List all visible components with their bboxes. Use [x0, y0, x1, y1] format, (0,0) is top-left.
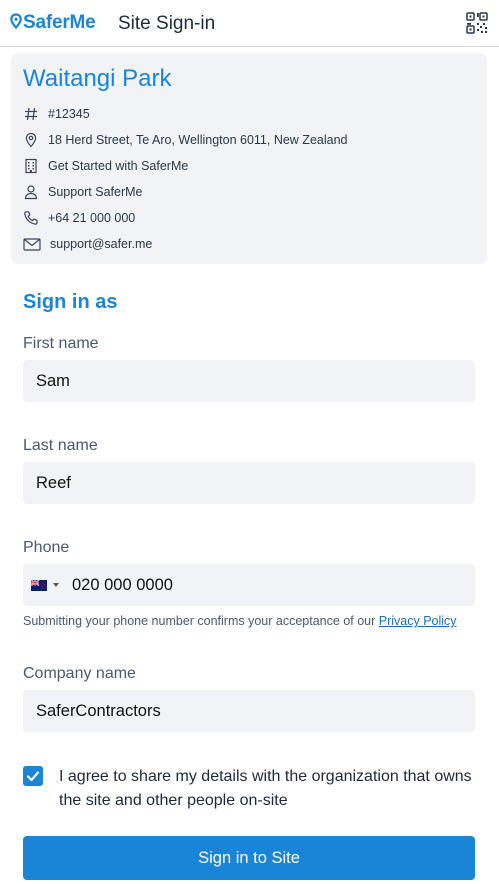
- first-name-label: First name: [23, 335, 99, 352]
- organization-name: Get Started with SaferMe: [48, 159, 189, 173]
- contact-email-row: support@safer.me: [23, 234, 152, 254]
- new-zealand-flag-icon: [31, 579, 47, 591]
- agree-checkbox[interactable]: [23, 766, 43, 786]
- company-name-label: Company name: [23, 665, 136, 682]
- phone-label: Phone: [23, 539, 70, 556]
- user-icon: [24, 185, 38, 200]
- first-name-input[interactable]: [23, 360, 475, 402]
- country-code-select[interactable]: [31, 577, 63, 593]
- mail-icon: [23, 238, 41, 251]
- phone-field: [23, 564, 475, 606]
- hash-icon: [25, 107, 37, 121]
- agree-checkbox-label[interactable]: I agree to share my details with the org…: [59, 765, 479, 813]
- phone-privacy-note: Submitting your phone number confirms yo…: [23, 614, 457, 628]
- phone-icon: [24, 211, 38, 225]
- last-name-label: Last name: [23, 437, 98, 454]
- page-title: Site Sign-in: [118, 13, 216, 34]
- phone-note-text: Submitting your phone number confirms yo…: [23, 614, 376, 628]
- site-info-card: Waitangi Park #12345 18 Herd Street, Te …: [11, 53, 487, 264]
- map-pin-icon: [25, 132, 37, 148]
- site-address: 18 Herd Street, Te Aro, Wellington 6011,…: [48, 133, 348, 147]
- contact-phone[interactable]: +64 21 000 000: [48, 211, 135, 225]
- site-id: #12345: [48, 107, 90, 121]
- checkmark-icon: [26, 771, 40, 782]
- building-icon: [25, 158, 37, 174]
- sign-in-section-title: Sign in as: [23, 291, 118, 313]
- contact-person-row: Support SaferMe: [23, 182, 143, 202]
- saferme-logo[interactable]: SaferMe: [10, 12, 96, 34]
- privacy-policy-link[interactable]: Privacy Policy: [379, 614, 457, 628]
- app-header: SaferMe Site Sign-in: [0, 0, 499, 47]
- company-name-input[interactable]: [23, 690, 475, 732]
- qr-code-icon[interactable]: [465, 11, 489, 35]
- chevron-down-icon: [53, 583, 59, 587]
- logo-text: SaferMe: [23, 12, 96, 33]
- map-pin-logo-icon: [10, 13, 22, 30]
- phone-input[interactable]: [72, 564, 467, 606]
- address-row: 18 Herd Street, Te Aro, Wellington 6011,…: [23, 130, 347, 150]
- site-name: Waitangi Park: [23, 65, 172, 92]
- organization-row: Get Started with SaferMe: [23, 156, 188, 176]
- contact-person: Support SaferMe: [48, 185, 143, 199]
- contact-phone-row: +64 21 000 000: [23, 208, 135, 228]
- sign-in-to-site-button[interactable]: Sign in to Site: [23, 836, 475, 880]
- contact-email[interactable]: support@safer.me: [50, 237, 152, 251]
- site-id-row: #12345: [23, 104, 90, 124]
- last-name-input[interactable]: [23, 462, 475, 504]
